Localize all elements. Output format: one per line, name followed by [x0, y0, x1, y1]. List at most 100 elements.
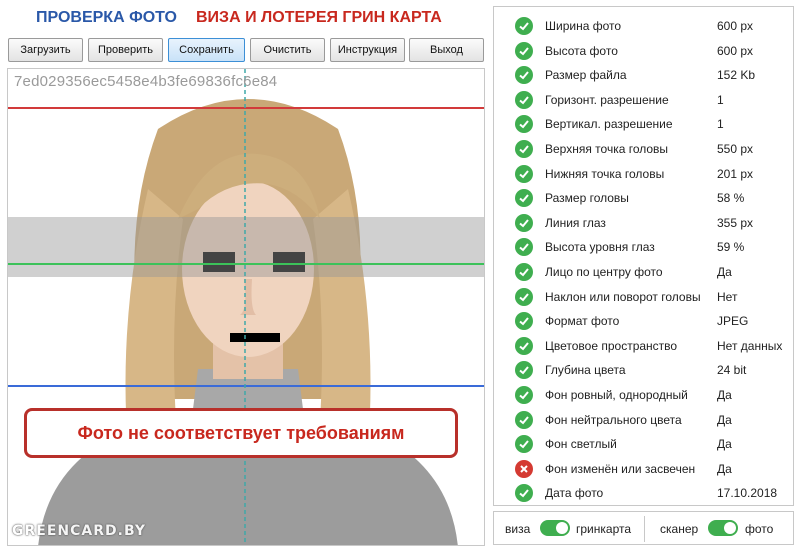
result-value: Да: [717, 437, 732, 452]
check-ok-icon: [515, 140, 533, 158]
check-ok-icon: [515, 66, 533, 85]
result-value: 17.10.2018: [717, 486, 778, 501]
result-value: Да: [717, 461, 732, 476]
result-row: Глубина цвета 24 bit: [494, 358, 793, 382]
result-label: Глубина цвета: [545, 363, 626, 378]
result-label: Верхняя точка головы: [545, 142, 669, 156]
result-label: Ширина фото: [545, 19, 622, 33]
toggle-greencard-label: гринкарта: [576, 522, 632, 536]
result-value: Нет: [717, 289, 738, 304]
result-row: Фон светлый Да: [494, 432, 793, 456]
result-value: 1: [717, 92, 724, 107]
toolbar: Загрузить Проверить Сохранить Очистить И…: [8, 38, 484, 62]
result-value: 600 px: [717, 19, 754, 33]
result-row: Фон нейтрального цвета Да: [494, 408, 793, 432]
title-visa-lottery: ВИЗА И ЛОТЕРЕЯ ГРИН КАРТА: [196, 9, 442, 26]
result-row: Верхняя точка головы 550 px: [494, 137, 793, 161]
result-label: Фон светлый: [545, 437, 617, 452]
mode-toggles: виза гринкарта сканер фото: [493, 511, 794, 545]
instruction-button[interactable]: Инструкция: [330, 38, 405, 62]
result-value: 355 px: [717, 215, 754, 230]
result-row: Формат фото JPEG: [494, 309, 793, 333]
photo-preview: 7ed029356ec5458e4b3fe69836fc6e84: [7, 68, 485, 546]
result-value: Да: [717, 388, 732, 402]
result-value: 600 px: [717, 43, 754, 58]
result-label: Размер головы: [545, 191, 629, 206]
result-row: Нижняя точка головы 201 px: [494, 162, 793, 186]
result-value: 58 %: [717, 191, 745, 206]
cross-fail-icon: [515, 459, 533, 478]
result-row: Фон изменён или засвечен Да: [494, 457, 793, 481]
result-row: Горизонт. разрешение 1: [494, 88, 793, 112]
exit-button[interactable]: Выход: [409, 38, 484, 62]
result-row: Цветовое пространство Нет данных: [494, 334, 793, 358]
result-row: Лицо по центру фото Да: [494, 260, 793, 284]
result-value: Нет данных: [717, 338, 783, 353]
result-row: Вертикал. разрешение 1: [494, 112, 793, 136]
switch-knob: [556, 522, 568, 534]
result-label: Нижняя точка головы: [545, 166, 665, 181]
check-ok-icon: [515, 115, 533, 134]
result-row: Размер головы 58 %: [494, 186, 793, 210]
result-row: Высота уровня глаз 59 %: [494, 235, 793, 259]
result-row: Дата фото 17.10.2018: [494, 481, 793, 505]
center-guide: [244, 69, 246, 545]
check-ok-icon: [515, 386, 533, 404]
result-label: Горизонт. разрешение: [545, 92, 669, 107]
check-ok-icon: [515, 263, 533, 281]
toggle-divider: [644, 516, 645, 542]
check-ok-icon: [515, 435, 533, 454]
check-ok-icon: [515, 484, 533, 503]
visa-greencard-switch[interactable]: [540, 520, 570, 536]
result-label: Фон изменён или засвечен: [545, 461, 696, 476]
result-value: 152 Kb: [717, 68, 756, 83]
result-label: Формат фото: [545, 314, 620, 329]
result-value: 24 bit: [717, 363, 747, 378]
result-value: Да: [717, 412, 732, 427]
check-ok-icon: [515, 361, 533, 380]
result-label: Высота уровня глаз: [545, 240, 655, 255]
toggle-visa-label: виза: [505, 522, 531, 536]
check-ok-icon: [515, 238, 533, 257]
warning-banner: Фото не соответствует требованиям: [24, 408, 458, 458]
check-ok-icon: [515, 336, 533, 355]
result-row: Фон ровный, однородный Да: [494, 383, 793, 407]
result-value: 1: [717, 117, 724, 132]
result-label: Высота фото: [545, 43, 618, 58]
check-ok-icon: [515, 213, 533, 232]
load-button[interactable]: Загрузить: [8, 38, 83, 62]
file-hash: 7ed029356ec5458e4b3fe69836fc6e84: [14, 73, 278, 90]
check-ok-icon: [515, 90, 533, 109]
results-panel: Ширина фото 600 px Высота фото 600 px Ра…: [493, 6, 794, 506]
check-ok-icon: [515, 410, 533, 429]
clear-button[interactable]: Очистить: [250, 38, 325, 62]
result-row: Размер файла 152 Kb: [494, 63, 793, 87]
title-photo-check: ПРОВЕРКА ФОТО: [36, 9, 177, 26]
save-button[interactable]: Сохранить: [168, 38, 245, 62]
result-value: 201 px: [717, 166, 754, 181]
result-label: Лицо по центру фото: [545, 265, 663, 279]
result-row: Ширина фото 600 px: [494, 14, 793, 38]
scanner-photo-switch[interactable]: [708, 520, 738, 536]
result-row: Наклон или поворот головы Нет: [494, 285, 793, 309]
toggle-scanner-label: сканер: [660, 522, 699, 536]
result-label: Вертикал. разрешение: [545, 117, 673, 132]
toggle-photo-label: фото: [745, 522, 774, 536]
result-value: JPEG: [717, 314, 749, 329]
check-button[interactable]: Проверить: [88, 38, 163, 62]
switch-knob: [724, 522, 736, 534]
check-ok-icon: [515, 287, 533, 306]
result-label: Цветовое пространство: [545, 338, 678, 353]
app-header: ПРОВЕРКА ФОТО ВИЗА И ЛОТЕРЕЯ ГРИН КАРТА: [0, 0, 486, 36]
result-value: Да: [717, 265, 732, 279]
site-watermark: GREENCARD.BY: [12, 523, 146, 539]
result-row: Высота фото 600 px: [494, 39, 793, 63]
check-ok-icon: [515, 312, 533, 331]
result-value: 59 %: [717, 240, 745, 255]
check-ok-icon: [515, 41, 533, 60]
result-row: Линия глаз 355 px: [494, 211, 793, 235]
check-ok-icon: [515, 164, 533, 183]
result-label: Наклон или поворот головы: [545, 289, 701, 304]
result-label: Линия глаз: [545, 215, 606, 230]
result-label: Дата фото: [545, 486, 604, 501]
